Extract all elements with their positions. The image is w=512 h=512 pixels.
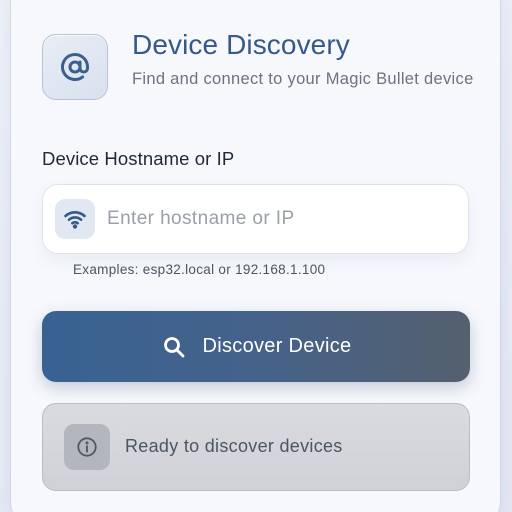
page-subtitle: Find and connect to your Magic Bullet de… — [132, 70, 474, 88]
wifi-icon — [55, 199, 95, 239]
hostname-input[interactable] — [107, 185, 457, 253]
hostname-hint: Examples: esp32.local or 192.168.1.100 — [73, 262, 326, 277]
search-icon — [161, 334, 187, 360]
page-title: Device Discovery — [132, 29, 350, 60]
hostname-label: Device Hostname or IP — [42, 148, 235, 169]
status-panel: Ready to discover devices — [42, 403, 470, 491]
status-text: Ready to discover devices — [125, 436, 343, 456]
discover-device-button[interactable]: Discover Device — [42, 311, 470, 382]
at-sign-icon — [42, 34, 108, 100]
header: Device Discovery Find and connect to you… — [42, 28, 482, 118]
hostname-input-container[interactable] — [42, 184, 469, 254]
info-icon — [64, 424, 110, 470]
discover-device-label: Discover Device — [202, 335, 352, 357]
